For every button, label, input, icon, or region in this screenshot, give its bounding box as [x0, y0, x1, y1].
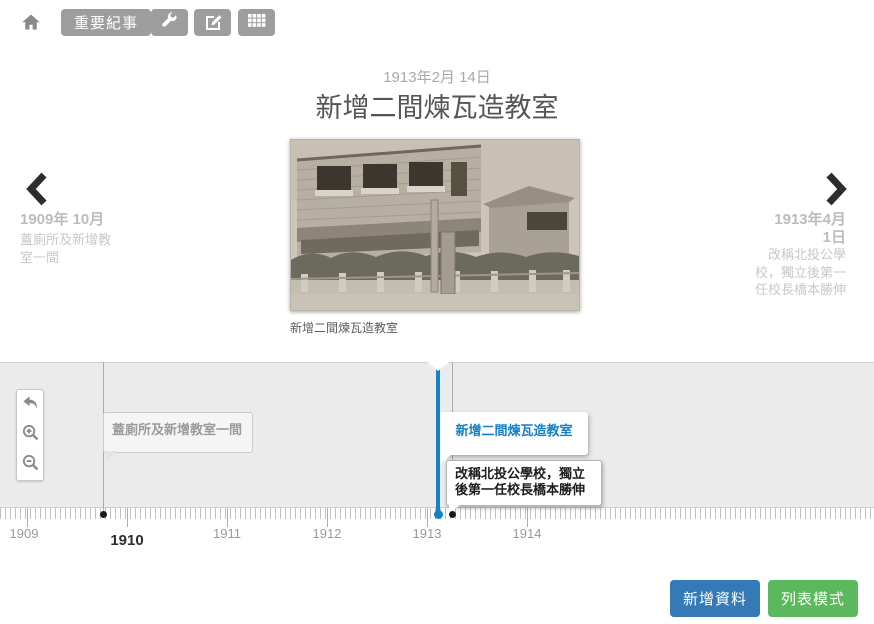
grid-icon	[247, 13, 267, 33]
year-tick	[527, 508, 528, 527]
prev-slide-summary[interactable]: 蓋廁所及新增教室一間	[20, 231, 115, 266]
edit-button[interactable]	[194, 9, 231, 36]
year-tick	[127, 508, 128, 527]
axis-year-label: 1914	[497, 526, 557, 541]
undo-arrow-icon	[21, 393, 40, 417]
year-tick	[227, 508, 228, 527]
timeline-flag-past-event[interactable]: 蓋廁所及新增教室一間	[103, 412, 253, 453]
timeline-flag-active-event[interactable]: 新增二間煉瓦造教室	[440, 412, 588, 455]
active-event-marker-line	[436, 362, 440, 514]
timeline-back-button[interactable]	[17, 390, 43, 420]
top-toolbar: 重要紀事	[0, 0, 874, 46]
home-icon[interactable]	[21, 12, 41, 32]
timeline-controls	[16, 389, 44, 481]
slide-title: 新增二間煉瓦造教室	[0, 86, 874, 125]
active-slide-notch	[427, 362, 449, 371]
zoom-out-icon	[21, 453, 40, 477]
event-dot[interactable]	[100, 511, 107, 518]
flag-tail	[440, 454, 452, 464]
photo-caption: 新增二間煉瓦造教室	[290, 319, 398, 336]
active-event-dot[interactable]	[434, 510, 443, 519]
wrench-icon	[160, 11, 180, 35]
next-slide-date[interactable]: 1913年4月 1日	[768, 211, 846, 247]
timeline-zoom-out-button[interactable]	[17, 450, 43, 480]
year-tick	[427, 508, 428, 527]
slide-photo	[290, 139, 580, 311]
axis-year-label: 1912	[297, 526, 357, 541]
slide-date: 1913年2月 14日	[0, 66, 874, 87]
axis-year-label: 1911	[197, 526, 257, 541]
flag-label: 新增二間煉瓦造教室	[455, 423, 572, 438]
edit-icon	[203, 11, 223, 35]
list-mode-button[interactable]: 列表模式	[768, 580, 858, 617]
next-slide-summary[interactable]: 改稱北投公學校，獨立後第一任校長橋本勝伸	[754, 246, 846, 299]
axis-year-label: 1909	[0, 526, 54, 541]
year-tick	[27, 508, 28, 527]
flag-label: 蓋廁所及新增教室一間	[112, 422, 242, 437]
year-tick	[327, 508, 328, 527]
flag-tail	[106, 451, 118, 461]
add-data-button[interactable]: 新增資料	[670, 580, 760, 617]
axis-year-label: 1913	[397, 526, 457, 541]
bottom-action-bar: 新增資料 列表模式	[670, 580, 858, 617]
important-events-button[interactable]: 重要紀事	[61, 9, 151, 36]
timeline-flag-next-event[interactable]: 改稱北投公學校，獨立後第一任校長橋本勝伸	[446, 460, 602, 506]
event-dot[interactable]	[449, 511, 456, 518]
prev-slide-date[interactable]: 1909年 10月	[20, 211, 130, 229]
flag-label: 改稱北投公學校，獨立後第一任校長橋本勝伸	[455, 466, 585, 497]
next-slide-chevron-icon[interactable]	[825, 172, 847, 211]
settings-button[interactable]	[151, 9, 188, 36]
timeline-app: 重要紀事	[0, 0, 874, 624]
timeline-zoom-in-button[interactable]	[17, 420, 43, 450]
grid-view-button[interactable]	[238, 9, 275, 36]
axis-year-label-emphasized: 1910	[97, 532, 157, 549]
zoom-in-icon	[21, 423, 40, 447]
prev-slide-chevron-icon[interactable]	[26, 172, 48, 211]
